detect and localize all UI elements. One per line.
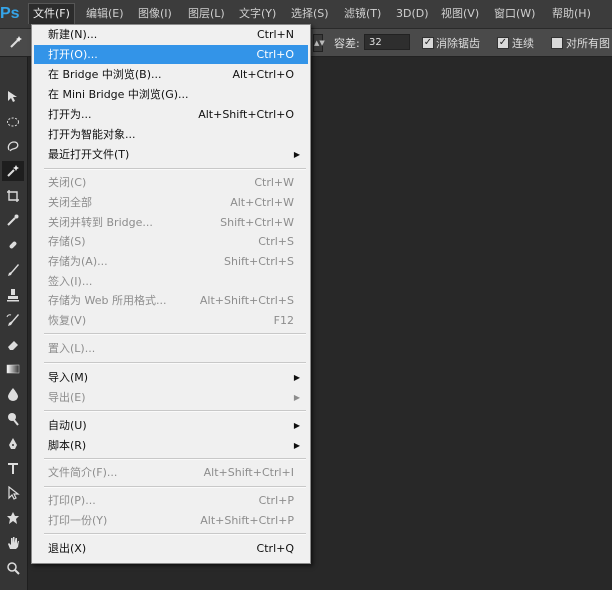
menu-item-file-info[interactable]: 文件简介(F)... Alt+Shift+Ctrl+I <box>34 463 308 482</box>
menu-separator <box>44 333 306 335</box>
file-menu-dropdown: 新建(N)... Ctrl+N 打开(O)... Ctrl+O 在 Bridge… <box>31 24 311 564</box>
menu-view[interactable]: 视图(V) <box>437 4 483 24</box>
menu-item-save-for-web[interactable]: 存储为 Web 所用格式... Alt+Shift+Ctrl+S <box>34 291 308 310</box>
menu-separator <box>44 486 306 488</box>
menu-item-export[interactable]: 导出(E) ▶ <box>34 388 308 407</box>
contiguous-label: 连续 <box>512 37 534 50</box>
menu-item-save-as[interactable]: 存储为(A)... Shift+Ctrl+S <box>34 252 308 271</box>
menu-filter[interactable]: 滤镜(T) <box>340 4 385 24</box>
menu-item-save[interactable]: 存储(S) Ctrl+S <box>34 232 308 251</box>
menu-item-new[interactable]: 新建(N)... Ctrl+N <box>34 25 308 44</box>
marquee-tool-icon[interactable] <box>2 112 24 132</box>
path-selection-tool-icon[interactable] <box>2 483 24 503</box>
dodge-tool-icon[interactable] <box>2 409 24 429</box>
photoshop-logo: Ps <box>0 5 20 22</box>
all-layers-checkbox[interactable] <box>551 37 563 49</box>
menu-3d[interactable]: 3D(D) <box>392 4 433 24</box>
tools-panel <box>0 57 28 590</box>
menu-item-print-one-copy[interactable]: 打印一份(Y) Alt+Shift+Ctrl+P <box>34 511 308 530</box>
antialias-checkbox[interactable]: ✓ <box>422 37 434 49</box>
clone-stamp-tool-icon[interactable] <box>2 285 24 305</box>
menu-layer[interactable]: 图层(L) <box>184 4 229 24</box>
lasso-tool-icon[interactable] <box>2 137 24 157</box>
menu-edit[interactable]: 编辑(E) <box>82 4 128 24</box>
pen-tool-icon[interactable] <box>2 434 24 454</box>
antialias-label: 消除锯齿 <box>436 37 480 50</box>
menu-item-browse-in-mini-bridge[interactable]: 在 Mini Bridge 中浏览(G)... <box>34 85 308 104</box>
submenu-arrow-icon: ▶ <box>293 393 300 402</box>
submenu-arrow-icon: ▶ <box>293 150 300 159</box>
menu-item-open[interactable]: 打开(O)... Ctrl+O <box>34 45 308 64</box>
menu-window[interactable]: 窗口(W) <box>490 4 539 24</box>
history-brush-tool-icon[interactable] <box>2 310 24 330</box>
menu-item-open-as-smart-object[interactable]: 打开为智能对象... <box>34 125 308 144</box>
submenu-arrow-icon: ▶ <box>293 421 300 430</box>
menu-separator <box>44 410 306 412</box>
submenu-arrow-icon: ▶ <box>293 441 300 450</box>
menu-separator <box>44 533 306 535</box>
eraser-tool-icon[interactable] <box>2 335 24 355</box>
submenu-arrow-icon: ▶ <box>293 373 300 382</box>
menu-help[interactable]: 帮助(H) <box>548 4 595 24</box>
menu-select[interactable]: 选择(S) <box>287 4 333 24</box>
move-tool-icon[interactable] <box>2 87 24 107</box>
tolerance-input[interactable]: 32 <box>364 34 410 50</box>
menu-item-automate[interactable]: 自动(U) ▶ <box>34 416 308 435</box>
type-tool-icon[interactable] <box>2 458 24 478</box>
menu-item-close-and-go-to-bridge[interactable]: 关闭并转到 Bridge... Shift+Ctrl+W <box>34 213 308 232</box>
menu-item-scripts[interactable]: 脚本(R) ▶ <box>34 436 308 455</box>
menu-separator <box>44 362 306 364</box>
menu-type[interactable]: 文字(Y) <box>235 4 280 24</box>
menu-item-check-in[interactable]: 签入(I)... <box>34 272 308 291</box>
tolerance-stepper[interactable]: ▲▼ <box>313 34 325 52</box>
menu-item-close[interactable]: 关闭(C) Ctrl+W <box>34 173 308 192</box>
menu-file[interactable]: 文件(F) <box>28 3 75 24</box>
magic-wand-icon[interactable] <box>8 34 24 50</box>
menu-item-recent-files[interactable]: 最近打开文件(T) ▶ <box>34 145 308 164</box>
blur-tool-icon[interactable] <box>2 384 24 404</box>
custom-shape-tool-icon[interactable] <box>2 508 24 528</box>
menu-separator <box>44 168 306 170</box>
menu-item-open-as[interactable]: 打开为... Alt+Shift+Ctrl+O <box>34 105 308 124</box>
crop-tool-icon[interactable] <box>2 186 24 206</box>
menu-image[interactable]: 图像(I) <box>134 4 176 24</box>
all-layers-label: 对所有图 <box>566 37 610 50</box>
zoom-tool-icon[interactable] <box>2 558 24 578</box>
menu-item-browse-in-bridge[interactable]: 在 Bridge 中浏览(B)... Alt+Ctrl+O <box>34 65 308 84</box>
healing-brush-tool-icon[interactable] <box>2 235 24 255</box>
menu-item-print[interactable]: 打印(P)... Ctrl+P <box>34 491 308 510</box>
menu-item-exit[interactable]: 退出(X) Ctrl+Q <box>34 539 308 558</box>
tolerance-label: 容差: <box>334 37 360 50</box>
gradient-tool-icon[interactable] <box>2 359 24 379</box>
eyedropper-tool-icon[interactable] <box>2 210 24 230</box>
menu-item-place[interactable]: 置入(L)... <box>34 339 308 358</box>
menu-separator <box>44 458 306 460</box>
brush-tool-icon[interactable] <box>2 260 24 280</box>
contiguous-checkbox[interactable]: ✓ <box>497 37 509 49</box>
magic-wand-tool-icon[interactable] <box>2 161 24 181</box>
menu-item-revert[interactable]: 恢复(V) F12 <box>34 311 308 330</box>
menu-item-close-all[interactable]: 关闭全部 Alt+Ctrl+W <box>34 193 308 212</box>
hand-tool-icon[interactable] <box>2 533 24 553</box>
menu-item-import[interactable]: 导入(M) ▶ <box>34 368 308 387</box>
